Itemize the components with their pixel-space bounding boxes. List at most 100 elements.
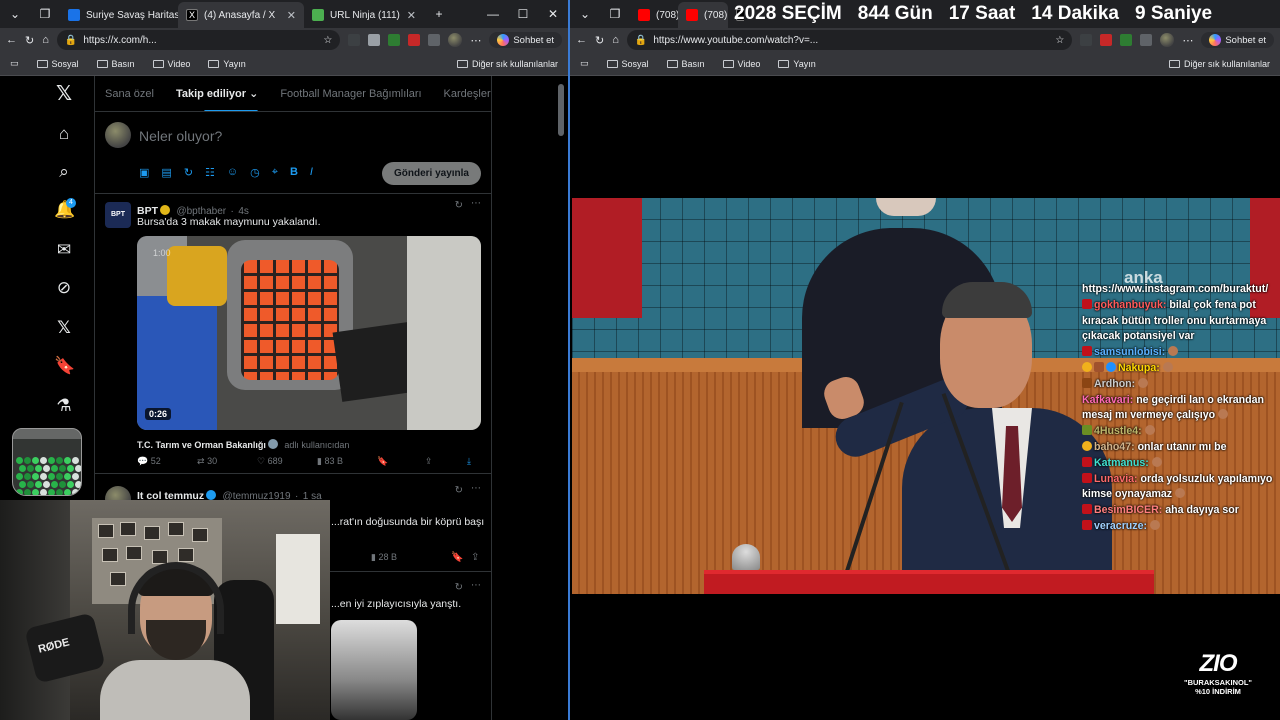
bookmark-basin[interactable]: Basın	[666, 59, 705, 69]
maximize-button[interactable]: ☐	[508, 7, 538, 21]
bookmark-button[interactable]: 🔖	[451, 552, 463, 563]
more-menu-icon[interactable]: ⋯	[470, 34, 481, 47]
other-bookmarks[interactable]: Diğer sık kullanılanlar	[456, 59, 558, 69]
mail-icon[interactable]: ✉	[54, 240, 74, 260]
user-avatar[interactable]	[105, 122, 131, 148]
tab-url-ninja[interactable]: URL Ninja (111) ✕	[304, 2, 424, 28]
bookmark-yayin[interactable]: Yayın	[208, 59, 246, 69]
extension-icon[interactable]	[1100, 34, 1113, 46]
workspaces-icon[interactable]: ❐	[30, 7, 60, 21]
italic-icon[interactable]: I	[310, 166, 313, 179]
extension-icon[interactable]	[408, 34, 421, 46]
post-button[interactable]: Gönderi yayınla	[381, 162, 481, 185]
bookmark-yayin[interactable]: Yayın	[778, 59, 816, 69]
more-icon[interactable]: ⋯	[471, 198, 481, 209]
flask-icon[interactable]: ⚗	[54, 396, 74, 416]
new-tab-button[interactable]: +	[424, 7, 454, 21]
home-icon[interactable]: ⌂	[612, 34, 619, 46]
download-icon[interactable]: ⤓	[467, 456, 487, 467]
bold-icon[interactable]: B	[290, 166, 298, 179]
workspaces-icon[interactable]: ❐	[600, 7, 630, 21]
other-bookmarks[interactable]: Diğer sık kullanılanlar	[1168, 59, 1270, 69]
profile-avatar[interactable]	[448, 33, 463, 47]
tweet-avatar[interactable]: BPT	[105, 202, 131, 228]
favorite-star-icon[interactable]: ☆	[1055, 35, 1064, 46]
reading-list-icon[interactable]: ▭	[10, 58, 19, 69]
bookmark-basin[interactable]: Basın	[96, 59, 135, 69]
bookmark-video[interactable]: Video	[152, 59, 190, 69]
extension-icon[interactable]	[348, 34, 361, 46]
profile-avatar[interactable]	[1160, 33, 1175, 47]
tab-actions-icon[interactable]: ⌄	[0, 7, 30, 21]
tab-following[interactable]: Takip ediliyor ⌄	[176, 87, 259, 111]
minimize-button[interactable]: —	[478, 7, 508, 21]
emoji-icon[interactable]: ☺	[227, 166, 238, 179]
back-icon[interactable]: ←	[6, 34, 17, 46]
close-window-button[interactable]: ✕	[538, 7, 568, 21]
source-name[interactable]: T.C. Tarım ve Orman Bakanlığı	[137, 440, 266, 450]
refresh-icon[interactable]: ↻	[595, 34, 604, 47]
back-icon[interactable]: ←	[576, 34, 587, 46]
close-icon[interactable]: ✕	[407, 9, 416, 22]
reading-list-icon[interactable]: ▭	[580, 58, 589, 69]
schedule-icon[interactable]: ◷	[250, 166, 260, 179]
bookmark-sosyal[interactable]: Sosyal	[36, 59, 79, 69]
tweet-image[interactable]	[331, 620, 417, 720]
lock-icon: 🔒	[64, 34, 78, 46]
tab-for-you[interactable]: Sana özel	[105, 88, 154, 100]
like-button[interactable]: ♡ 689	[257, 456, 317, 467]
image-icon[interactable]: ▣	[139, 166, 149, 179]
x-logo-icon[interactable]: 𝕏	[54, 84, 74, 104]
grok-icon[interactable]: ↻	[455, 200, 463, 211]
tab-x-home[interactable]: X (4) Anasayfa / X ✕	[178, 2, 304, 28]
tab-actions-icon[interactable]: ⌄	[570, 7, 600, 21]
page-scrollbar[interactable]	[558, 84, 564, 136]
home-icon[interactable]: ⌂	[54, 124, 74, 144]
grok-icon[interactable]: ↻	[455, 485, 463, 496]
more-icon[interactable]: ⋯	[471, 580, 481, 591]
extension-icon[interactable]	[388, 34, 401, 46]
close-icon[interactable]: ✕	[287, 9, 296, 22]
views-button[interactable]: ▮ 83 B	[317, 456, 377, 467]
location-icon[interactable]: ⌖	[272, 166, 278, 179]
home-icon[interactable]: ⌂	[42, 34, 49, 46]
copilot-button[interactable]: Sohbet et	[1201, 32, 1274, 48]
refresh-icon[interactable]: ↻	[25, 34, 34, 47]
tab-suriye[interactable]: Suriye Savaş Haritası - S ✕	[60, 2, 178, 28]
bookmark-icon[interactable]: 🔖	[54, 356, 75, 376]
extension-icon[interactable]	[368, 34, 381, 46]
tweet[interactable]: BPT BPT @bpthaber · 4s ↻ ⋯ Bursa'da 3 ma…	[95, 194, 491, 474]
bookmark-video[interactable]: Video	[722, 59, 760, 69]
copilot-button[interactable]: Sohbet et	[489, 32, 562, 48]
grok-icon[interactable]: ↻	[455, 582, 463, 593]
extension-icon[interactable]	[1080, 34, 1093, 46]
views-button[interactable]: ▮ 28 B	[371, 552, 397, 563]
bookmark-sosyal[interactable]: Sosyal	[606, 59, 649, 69]
tab-youtube-2[interactable]: (708) L	[678, 2, 728, 28]
grok-icon[interactable]: ⊘	[54, 278, 74, 298]
compose-input[interactable]: Neler oluyor?	[139, 128, 222, 144]
retweet-button[interactable]: ⇄ 30	[197, 456, 257, 467]
more-icon[interactable]: ⋯	[471, 483, 481, 494]
extension-icon[interactable]	[1120, 34, 1133, 46]
tab-football-manager[interactable]: Football Manager Bağımlıları	[280, 88, 421, 100]
poll-icon[interactable]: ☷	[205, 166, 215, 179]
address-bar[interactable]: 🔒 https://x.com/h... ☆	[56, 30, 341, 50]
share-icon[interactable]: ⇪	[471, 552, 479, 563]
grok-icon[interactable]: ↻	[184, 166, 193, 179]
more-menu-icon[interactable]: ⋯	[1182, 34, 1193, 47]
bookmark-button[interactable]: 🔖	[377, 456, 425, 467]
extension-icon[interactable]	[428, 34, 441, 46]
tab-youtube-1[interactable]: (708) H	[630, 2, 678, 28]
address-bar[interactable]: 🔒 https://www.youtube.com/watch?v=... ☆	[626, 30, 1073, 50]
x-premium-icon[interactable]: 𝕏	[54, 318, 74, 338]
tab-kardesler[interactable]: Kardeşler Kıra	[444, 88, 491, 100]
reply-button[interactable]: 💬 52	[137, 456, 197, 467]
favorite-star-icon[interactable]: ☆	[323, 35, 332, 46]
tweet-video[interactable]: 1:00 0:26	[137, 236, 481, 430]
video-bell	[732, 544, 760, 570]
search-icon[interactable]: ⌕	[54, 162, 74, 182]
extension-icon[interactable]	[1140, 34, 1153, 46]
share-icon[interactable]: ⇪	[425, 456, 467, 467]
gif-icon[interactable]: ▤	[161, 166, 171, 179]
